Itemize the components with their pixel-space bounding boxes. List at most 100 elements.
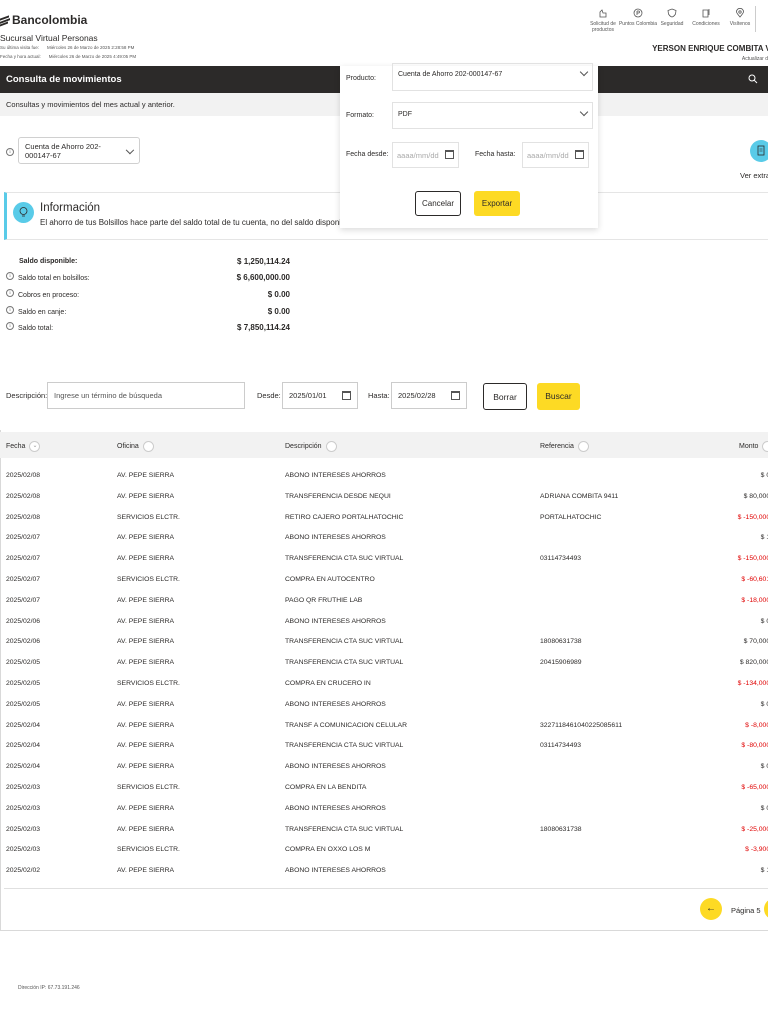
date-cell: 2025/02/04	[6, 721, 41, 729]
nav-solicitud-productos[interactable]: Solicitud de productos	[583, 8, 623, 33]
account-select-value: Cuenta de Ahorro 202-000147-67	[25, 141, 101, 160]
sort-icon[interactable]	[142, 441, 154, 452]
balance-label: Saldo disponible:	[19, 258, 78, 265]
info-icon[interactable]: i	[6, 272, 14, 280]
table-row[interactable]: 2025/02/08 AV. PEPE SIERRA ABONO INTERESES…	[0, 466, 768, 487]
lightbulb-icon	[13, 202, 34, 223]
table-row[interactable]: 2025/02/03 SERVICIOS ELCTR. COMPRA EN OXXO…	[0, 840, 768, 861]
update-data-link[interactable]: Actualizar d	[742, 56, 768, 62]
sort-icon[interactable]	[762, 441, 768, 452]
table-row[interactable]: 2025/02/07 SERVICIOS ELCTR. COMPRA EN AUTO…	[0, 570, 768, 591]
table-row[interactable]: 2025/02/06 AV. PEPE SIERRA TRANSFERENCIA C…	[0, 632, 768, 653]
info-icon[interactable]: i	[6, 322, 14, 330]
table-row[interactable]: 2025/02/02 AV. PEPE SIERRA ABONO INTERESES…	[0, 861, 768, 882]
reference-cell: 18080631738	[540, 825, 582, 833]
cancel-button[interactable]: Cancelar	[415, 191, 461, 216]
table-row[interactable]: 2025/02/08 AV. PEPE SIERRA TRANSFERENCIA D…	[0, 487, 768, 508]
office-cell: AV. PEPE SIERRA	[117, 700, 175, 708]
page-title: Consulta de movimientos	[6, 74, 122, 85]
previous-page-button[interactable]: ←	[700, 898, 722, 920]
export-button[interactable]: Exportar	[474, 191, 520, 216]
product-select[interactable]: Cuenta de Ahorro 202-000147-67	[392, 63, 593, 91]
calendar-icon[interactable]	[342, 391, 351, 400]
office-cell: SERVICIOS ELCTR.	[117, 513, 180, 521]
description-cell: RETIRO CAJERO PORTALHATOCHIC	[285, 513, 404, 521]
description-label: Descripción:	[6, 391, 48, 400]
table-row[interactable]: 2025/02/04 AV. PEPE SIERRA TRANSF A COMUNI…	[0, 716, 768, 737]
sort-icon[interactable]: ⌄	[29, 441, 41, 452]
date-cell: 2025/02/05	[6, 659, 41, 667]
table-row[interactable]: 2025/02/05 AV. PEPE SIERRA TRANSFERENCIA C…	[0, 653, 768, 674]
table-row[interactable]: 2025/02/04 AV. PEPE SIERRA TRANSFERENCIA C…	[0, 736, 768, 757]
description-cell: COMPRA EN CRUCERO IN	[285, 680, 371, 687]
table-row[interactable]: 2025/02/07 AV. PEPE SIERRA ABONO INTERESES…	[0, 528, 768, 549]
amount-cell: $ 1.	[760, 534, 768, 542]
format-select[interactable]: PDF	[392, 102, 593, 129]
table-row[interactable]: 2025/02/03 AV. PEPE SIERRA ABONO INTERESES…	[0, 799, 768, 820]
reference-cell: 03114734493	[540, 742, 582, 750]
next-page-button[interactable]	[764, 898, 768, 920]
amount-cell: $ 0.	[760, 804, 768, 812]
table-row[interactable]: 2025/02/08 SERVICIOS ELCTR. RETIRO CAJERO …	[0, 508, 768, 529]
export-to-date-input[interactable]: aaaa/mm/dd	[522, 142, 589, 168]
description-search-input[interactable]: Ingrese un término de búsqueda	[47, 382, 245, 409]
info-icon[interactable]: i	[6, 148, 14, 156]
product-label: Producto:	[346, 75, 376, 82]
sort-icon[interactable]	[577, 441, 589, 452]
bancolombia-logo[interactable]: Bancolombia	[0, 13, 87, 27]
calendar-icon[interactable]	[575, 150, 584, 159]
clear-button[interactable]: Borrar	[483, 383, 527, 410]
column-header-reference[interactable]: Referencia	[540, 441, 589, 452]
nav-visitenos[interactable]: Visítenos	[720, 8, 760, 27]
search-button[interactable]: Buscar	[537, 383, 580, 410]
info-icon[interactable]: i	[6, 306, 14, 314]
to-date-input[interactable]: 2025/02/28	[391, 382, 467, 409]
calendar-icon[interactable]	[445, 150, 454, 159]
balance-label: Saldo total en bolsillos:	[18, 275, 90, 282]
date-cell: 2025/02/07	[6, 596, 41, 604]
description-cell: ABONO INTERESES AHORROS	[285, 700, 386, 708]
table-row[interactable]: 2025/02/03 SERVICIOS ELCTR. COMPRA EN LA B…	[0, 778, 768, 799]
header-divider	[755, 6, 756, 32]
table-row[interactable]: 2025/02/03 AV. PEPE SIERRA TRANSFERENCIA C…	[0, 820, 768, 841]
amount-cell: $ -134,000.	[737, 680, 768, 687]
from-date-input[interactable]: 2025/01/01	[282, 382, 358, 409]
column-header-description[interactable]: Descripción	[285, 441, 337, 452]
from-date-label: Fecha desde:	[346, 151, 389, 158]
user-name: YERSON ENRIQUE COMBITA VI	[652, 44, 768, 53]
info-text: El ahorro de tus Bolsillos hace parte de…	[40, 218, 346, 227]
extract-button[interactable]	[750, 140, 768, 162]
calendar-icon[interactable]	[451, 391, 460, 400]
extract-label[interactable]: Ver extrac	[740, 171, 768, 180]
table-divider	[4, 888, 768, 889]
column-header-date[interactable]: Fecha ⌄	[6, 441, 41, 452]
table-row[interactable]: 2025/02/04 AV. PEPE SIERRA ABONO INTERESES…	[0, 757, 768, 778]
description-cell: ABONO INTERESES AHORROS	[285, 472, 386, 479]
amount-cell: $ -3,900.	[745, 846, 768, 854]
date-cell: 2025/02/06	[6, 638, 41, 646]
page-description: Consultas y movimientos del mes actual y…	[6, 100, 175, 109]
chevron-down-icon	[126, 145, 135, 154]
account-select[interactable]: Cuenta de Ahorro 202-000147-67	[18, 137, 140, 164]
date-cell: 2025/02/05	[6, 700, 41, 708]
chevron-down-icon	[579, 107, 589, 117]
balance-label: Saldo en canje:	[18, 309, 67, 316]
export-dialog: Producto: Cuenta de Ahorro 202-000147-67…	[340, 63, 598, 228]
column-header-office[interactable]: Oficina	[117, 441, 154, 452]
search-icon[interactable]	[748, 74, 758, 86]
to-date-label: Fecha hasta:	[475, 151, 516, 158]
sort-icon[interactable]	[325, 441, 337, 452]
table-row[interactable]: 2025/02/07 AV. PEPE SIERRA PAGO QR FRUTHIE…	[0, 591, 768, 612]
description-cell: TRANSFERENCIA CTA SUC VIRTUAL	[285, 638, 404, 646]
table-row[interactable]: 2025/02/05 AV. PEPE SIERRA ABONO INTERESES…	[0, 695, 768, 716]
info-icon[interactable]: i	[6, 289, 14, 297]
description-cell: COMPRA EN LA BENDITA	[285, 784, 367, 791]
column-header-amount[interactable]: Monto	[739, 441, 768, 452]
date-cell: 2025/02/07	[6, 555, 41, 563]
export-from-date-input[interactable]: aaaa/mm/dd	[392, 142, 459, 168]
table-row[interactable]: 2025/02/07 AV. PEPE SIERRA TRANSFERENCIA C…	[0, 549, 768, 570]
balance-value: $ 6,600,000.00	[236, 273, 290, 282]
table-row[interactable]: 2025/02/05 SERVICIOS ELCTR. COMPRA EN CRUC…	[0, 674, 768, 695]
to-date-label: Hasta:	[368, 391, 390, 400]
table-row[interactable]: 2025/02/06 AV. PEPE SIERRA ABONO INTERESES…	[0, 612, 768, 633]
